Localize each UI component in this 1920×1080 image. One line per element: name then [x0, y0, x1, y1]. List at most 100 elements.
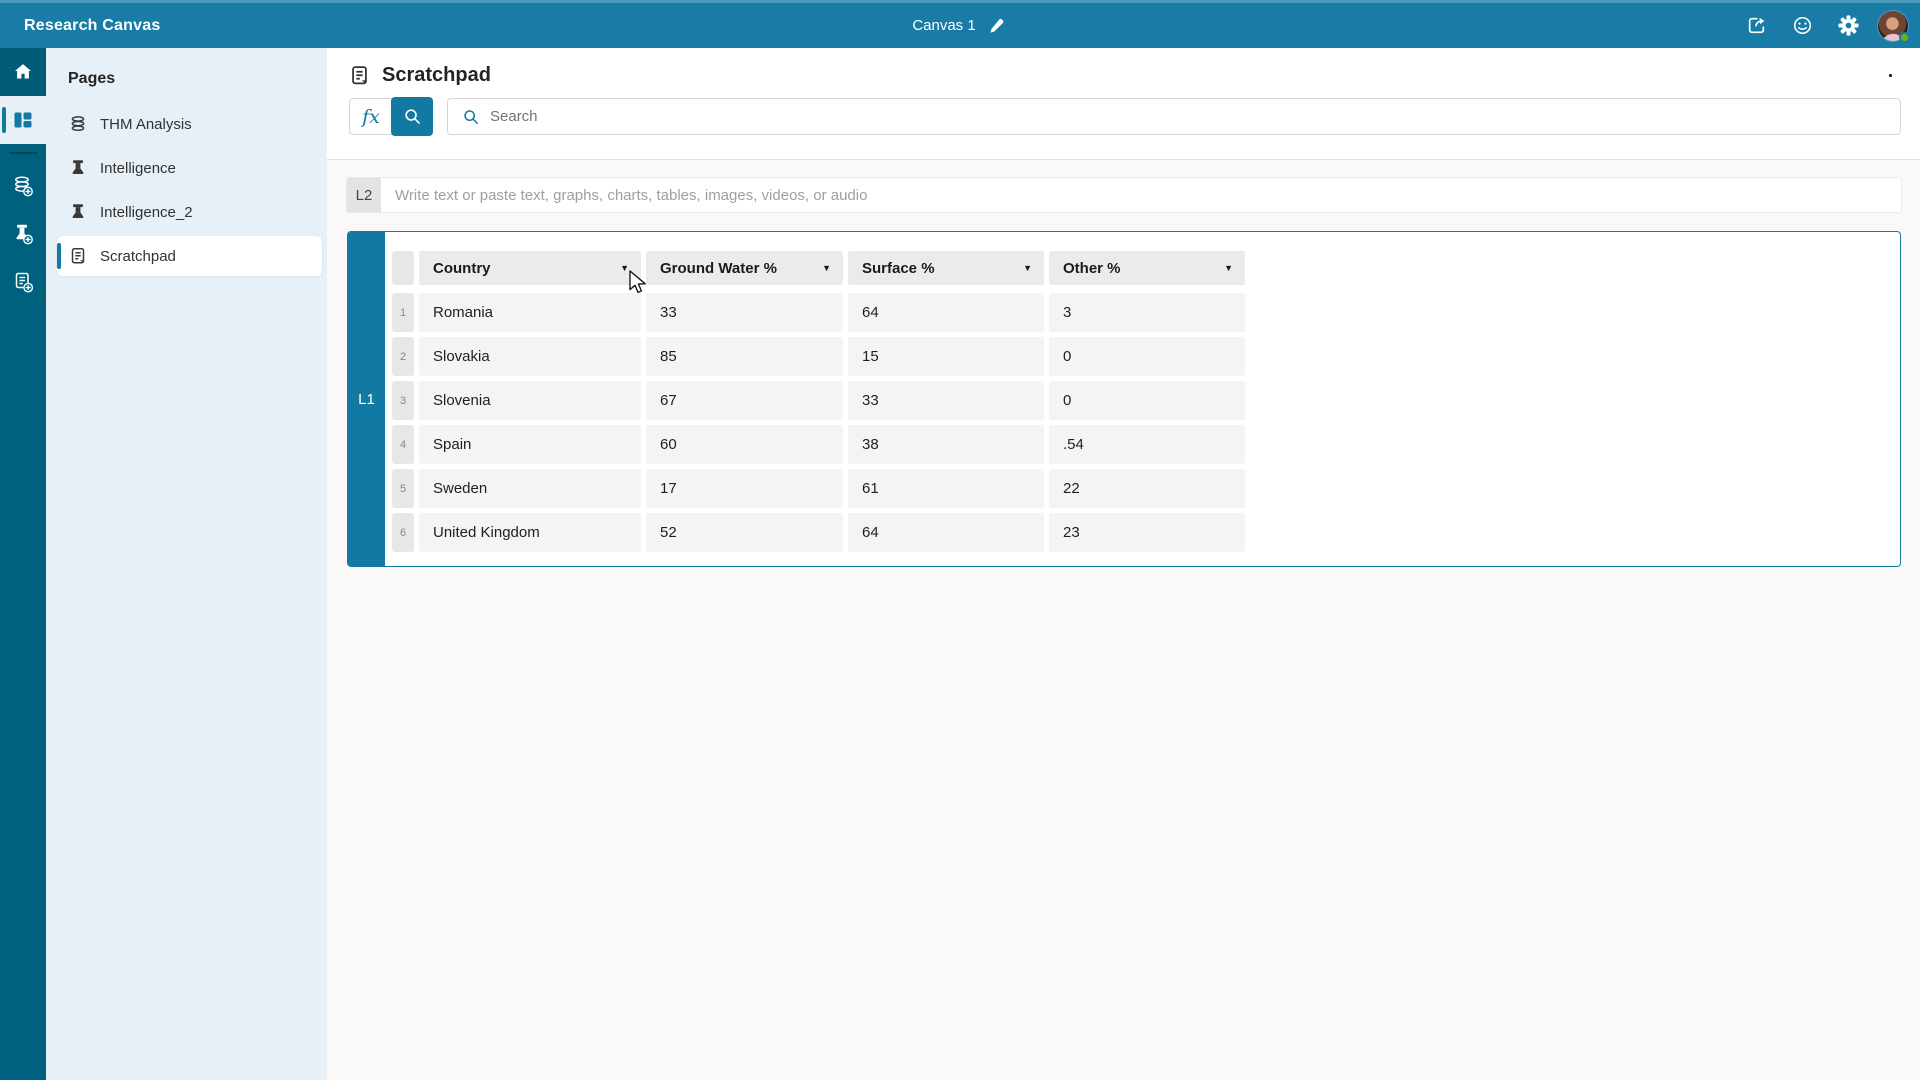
- canvas-title: Canvas 1: [912, 17, 975, 34]
- select-all-box[interactable]: [392, 251, 414, 285]
- pages-list: THM Analysis Intelligence Intelligen: [46, 104, 327, 276]
- row-number[interactable]: 1: [392, 293, 414, 332]
- pencil-icon: [989, 18, 1005, 34]
- presence-available-dot: [1899, 32, 1910, 43]
- main-panel: Scratchpad fx: [327, 48, 1920, 1080]
- sidebar-item-label: Intelligence: [100, 160, 176, 177]
- smiley-icon: [1792, 15, 1813, 36]
- sidebar-item-thm-analysis[interactable]: THM Analysis: [57, 104, 322, 144]
- sidebar-item-intelligence-2[interactable]: Intelligence_2: [57, 192, 322, 232]
- block-l2-input[interactable]: [381, 178, 1901, 212]
- table-cell[interactable]: 67: [646, 381, 843, 420]
- row-number[interactable]: 4: [392, 425, 414, 464]
- home-icon: [13, 62, 33, 82]
- rail-divider: [9, 152, 37, 154]
- feedback-button[interactable]: [1786, 10, 1818, 42]
- flask-plus-icon: [12, 223, 34, 245]
- table-cell[interactable]: 52: [646, 513, 843, 552]
- share-icon: [1746, 15, 1767, 36]
- search-mode-button[interactable]: [391, 97, 433, 136]
- search-field: [447, 98, 1901, 135]
- rail-item-add-data[interactable]: [0, 162, 46, 210]
- gear-icon: [1838, 15, 1859, 36]
- edit-canvas-title-button[interactable]: [986, 15, 1008, 37]
- notepad-icon: [69, 247, 87, 265]
- rail-selected-indicator: [2, 107, 6, 133]
- table-cell[interactable]: 60: [646, 425, 843, 464]
- app-title: Research Canvas: [0, 17, 160, 35]
- flask-icon: [69, 159, 87, 177]
- avatar[interactable]: [1878, 11, 1908, 41]
- rail-item-home[interactable]: [0, 48, 46, 96]
- row-number[interactable]: 5: [392, 469, 414, 508]
- sidebar-item-scratchpad[interactable]: Scratchpad: [57, 236, 322, 276]
- formula-button[interactable]: fx: [350, 99, 392, 134]
- sidebar-heading: Pages: [46, 48, 327, 88]
- block-l2: L2: [347, 178, 1901, 212]
- table-cell[interactable]: Slovenia: [419, 381, 641, 420]
- pages-sidebar: Pages THM Analysis Intelligence: [46, 48, 327, 1080]
- chevron-down-icon[interactable]: ▼: [1023, 263, 1032, 273]
- table-cell[interactable]: 64: [848, 513, 1044, 552]
- toolbar: fx: [349, 98, 1901, 135]
- rail-item-add-note[interactable]: [0, 258, 46, 306]
- column-header-country[interactable]: Country ▼: [419, 251, 641, 285]
- table-cell[interactable]: 38: [848, 425, 1044, 464]
- left-rail: [0, 48, 46, 1080]
- row-number[interactable]: 3: [392, 381, 414, 420]
- panel-header: Scratchpad fx: [327, 48, 1920, 160]
- chevron-down-icon[interactable]: ▼: [822, 263, 831, 273]
- share-button[interactable]: [1740, 10, 1772, 42]
- table-cell[interactable]: 23: [1049, 513, 1245, 552]
- database-icon: [69, 115, 87, 133]
- table-cell[interactable]: 17: [646, 469, 843, 508]
- settings-button[interactable]: [1832, 10, 1864, 42]
- column-label: Surface %: [862, 260, 935, 277]
- canvas-content: L2 L1 Country ▼ Ground Water % ▼: [327, 160, 1920, 567]
- column-header-ground-water[interactable]: Ground Water % ▼: [646, 251, 843, 285]
- block-l2-handle[interactable]: L2: [347, 178, 381, 212]
- kebab-icon: [1889, 74, 1893, 78]
- chevron-down-icon[interactable]: ▼: [1224, 263, 1233, 273]
- search-input[interactable]: [490, 99, 1900, 134]
- column-header-surface[interactable]: Surface % ▼: [848, 251, 1044, 285]
- flask-icon: [69, 203, 87, 221]
- rail-item-add-experiment[interactable]: [0, 210, 46, 258]
- topbar-actions: [1740, 10, 1920, 42]
- table-cell[interactable]: 85: [646, 337, 843, 376]
- table-cell[interactable]: Spain: [419, 425, 641, 464]
- selected-indicator: [57, 243, 61, 269]
- row-number[interactable]: 2: [392, 337, 414, 376]
- column-label: Country: [433, 260, 491, 277]
- notepad-plus-icon: [12, 271, 34, 293]
- table-cell[interactable]: Romania: [419, 293, 641, 332]
- table-cell[interactable]: 64: [848, 293, 1044, 332]
- sidebar-item-label: Intelligence_2: [100, 204, 193, 221]
- table-cell[interactable]: 33: [646, 293, 843, 332]
- chevron-down-icon[interactable]: ▼: [620, 263, 629, 273]
- table-cell[interactable]: Sweden: [419, 469, 641, 508]
- table-cell[interactable]: 33: [848, 381, 1044, 420]
- sidebar-item-intelligence[interactable]: Intelligence: [57, 148, 322, 188]
- table-cell[interactable]: .54: [1049, 425, 1245, 464]
- table-cell[interactable]: 15: [848, 337, 1044, 376]
- row-number[interactable]: 6: [392, 513, 414, 552]
- database-plus-icon: [12, 175, 34, 197]
- page-title: Scratchpad: [382, 64, 491, 87]
- table-cell[interactable]: United Kingdom: [419, 513, 641, 552]
- table-cell[interactable]: 61: [848, 469, 1044, 508]
- table-cell[interactable]: Slovakia: [419, 337, 641, 376]
- block-l1: L1 Country ▼ Ground Water % ▼ Surface % …: [347, 231, 1901, 567]
- column-label: Ground Water %: [660, 260, 777, 277]
- data-table: Country ▼ Ground Water % ▼ Surface % ▼ O…: [385, 232, 1245, 566]
- table-cell[interactable]: 22: [1049, 469, 1245, 508]
- mode-segmented-control: fx: [349, 98, 433, 135]
- column-label: Other %: [1063, 260, 1121, 277]
- table-cell[interactable]: 0: [1049, 337, 1245, 376]
- rail-item-dashboard[interactable]: [0, 96, 46, 144]
- block-l1-handle[interactable]: L1: [348, 232, 385, 566]
- more-options-button[interactable]: [1879, 68, 1903, 84]
- column-header-other[interactable]: Other % ▼: [1049, 251, 1245, 285]
- table-cell[interactable]: 3: [1049, 293, 1245, 332]
- table-cell[interactable]: 0: [1049, 381, 1245, 420]
